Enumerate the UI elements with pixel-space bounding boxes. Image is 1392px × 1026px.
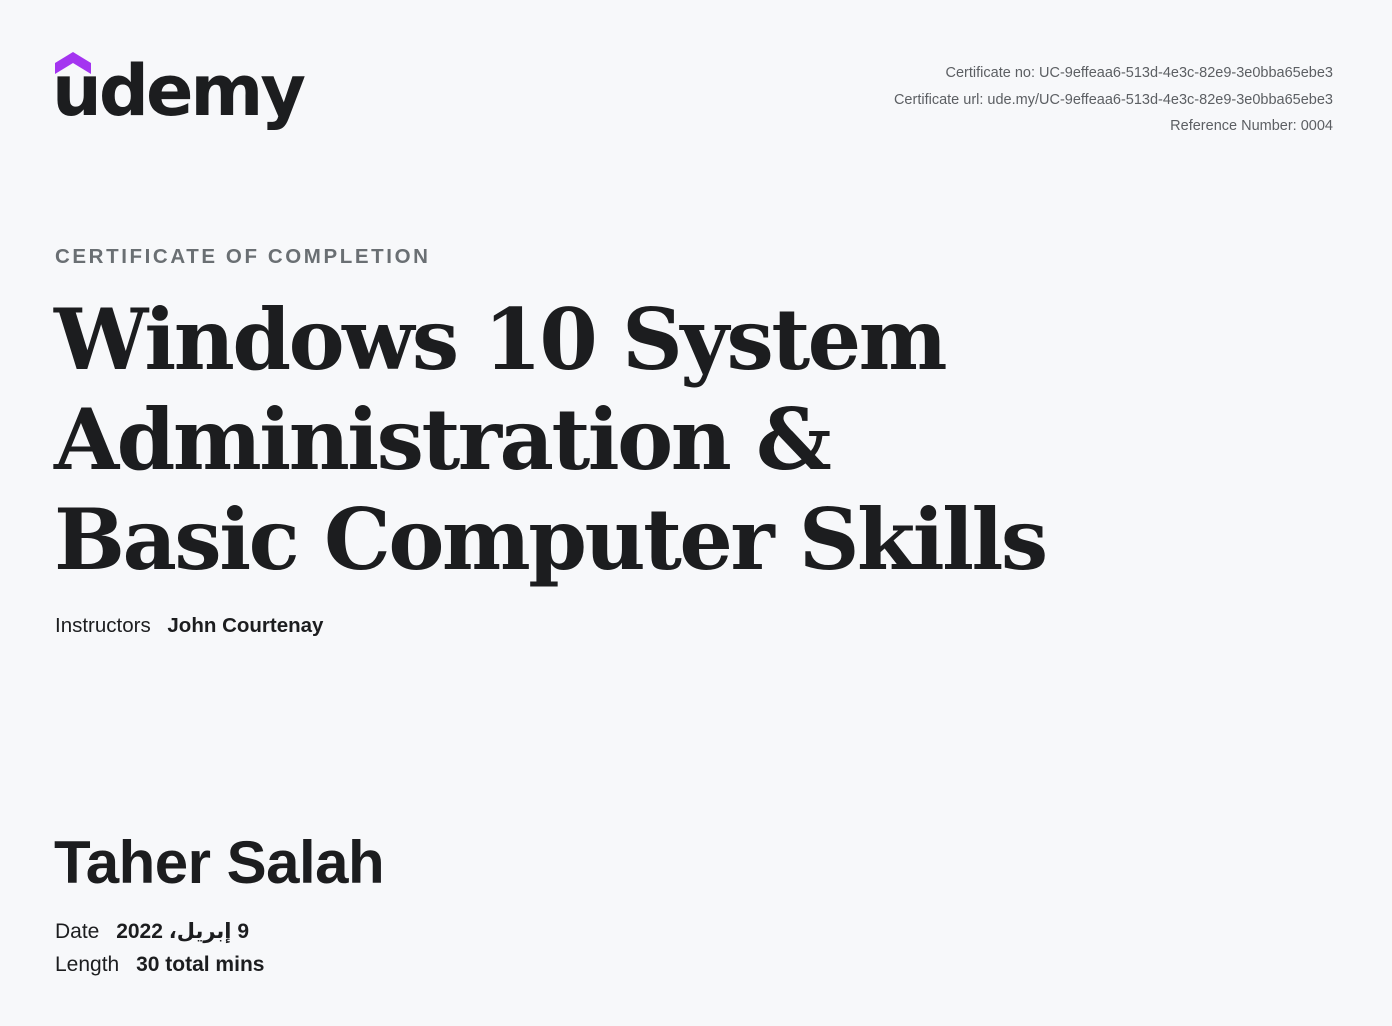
length-row: Length 30 total mins <box>55 953 264 977</box>
course-title: Windows 10 System Administration & Basic… <box>54 290 1048 589</box>
udemy-logo: udemy <box>52 52 306 152</box>
date-value: 9 إبريل، 2022 <box>116 920 250 943</box>
certificate-url: Certificate url: ude.my/UC-9effeaa6-513d… <box>893 91 1333 108</box>
reference-number: Reference Number: 0004 <box>1170 118 1333 134</box>
instructors-label: Instructors <box>55 614 151 637</box>
recipient-name: Taher Salah <box>54 829 385 896</box>
certificate-meta: Certificate no: UC-9effeaa6-513d-4e3c-82… <box>894 60 1333 140</box>
certificate-label: CERTIFICATE OF COMPLETION <box>55 245 431 268</box>
instructor-name: John Courtenay <box>167 614 324 637</box>
length-label: Length <box>55 953 120 976</box>
instructors-row: Instructors John Courtenay <box>55 614 323 638</box>
date-row: Date 9 إبريل، 2022 <box>55 919 249 944</box>
length-value: 30 total mins <box>136 953 265 976</box>
date-label: Date <box>55 920 100 943</box>
udemy-wordmark: udemy <box>52 50 306 132</box>
certificate-number: Certificate no: UC-9effeaa6-513d-4e3c-82… <box>945 65 1333 81</box>
